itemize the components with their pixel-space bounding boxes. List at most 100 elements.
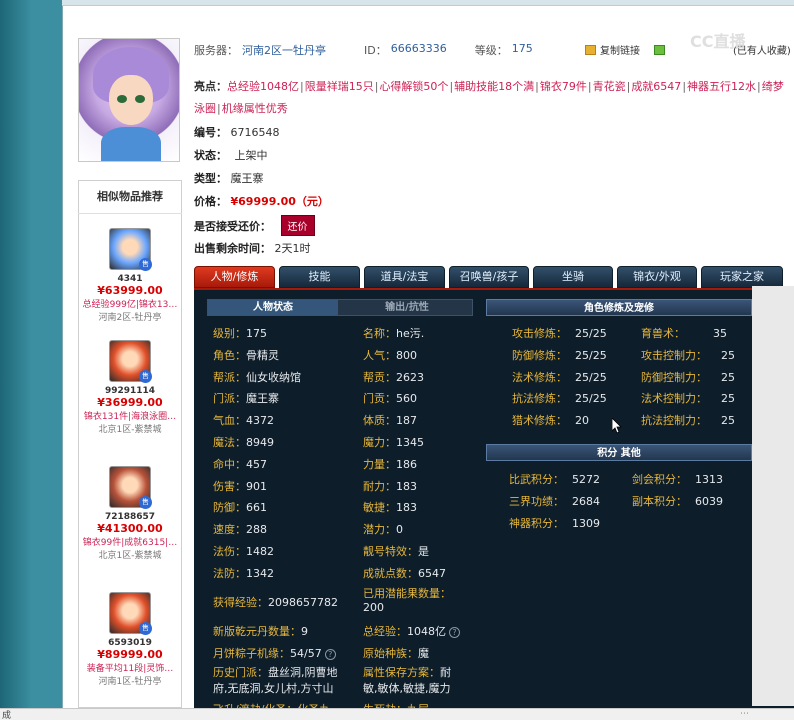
stat-left: 气血：4372 (213, 412, 274, 428)
stat-mid-value: 560 (396, 392, 417, 405)
stat-mid-value: 800 (396, 349, 417, 362)
cultivation-stat-label: 攻击修炼： (512, 327, 567, 340)
stat-left-value: 288 (246, 523, 267, 536)
pet-control-stat-label: 育兽术： (641, 327, 685, 340)
zongzi-stat: 月饼粽子机缘：54/57? (213, 645, 336, 661)
stat-left-value: 4372 (246, 414, 274, 427)
stat-left: 命中：457 (213, 456, 267, 472)
ascension-stat: 飞升/渡劫/化圣：化圣九 (213, 701, 330, 708)
save-plan-stat-value: 耐 (440, 666, 451, 679)
stat-mid: 体质：187 (363, 412, 417, 428)
help-icon[interactable]: ? (449, 627, 460, 638)
mouse-cursor-icon (612, 418, 622, 434)
cultivation-stat: 法术修炼： 25/25 (512, 369, 607, 385)
resize-grip-icon[interactable]: ⋯ (740, 709, 749, 719)
tribulation-stat: 生死劫：九层 (363, 701, 429, 708)
stat-left: 帮派：仙女收纳馆 (213, 369, 301, 385)
stat-left-label: 防御： (213, 501, 246, 514)
status-bar (0, 708, 794, 720)
help-icon[interactable]: ? (324, 649, 336, 660)
history-stat-label: 历史门派： (213, 666, 268, 679)
stat-left: 门派：魔王寨 (213, 390, 279, 406)
points-stat-2-value: 1313 (695, 473, 723, 486)
stat-left-label: 角色： (213, 349, 246, 362)
stat-left: 级别：175 (213, 325, 267, 341)
stat-mid-value: 187 (396, 414, 417, 427)
cultivation-stat: 攻击修炼： 25/25 (512, 325, 607, 341)
stat-mid: 耐力：183 (363, 478, 417, 494)
potential-stat: 已用潜能果数量： 200 (363, 587, 473, 615)
cultivation-stat: 防御修炼： 25/25 (512, 347, 607, 363)
pet-control-stat-value: 35 (713, 327, 727, 340)
stat-mid: 魔力：1345 (363, 434, 424, 450)
stat-left: 法防：1342 (213, 565, 274, 581)
stat-mid-label: 帮贡： (363, 371, 396, 384)
pet-control-stat-value: 25 (721, 392, 735, 405)
stat-mid-label: 门贡： (363, 392, 396, 405)
stat-mid: 名称：he污. (363, 325, 424, 341)
potential-stat-value: 200 (363, 601, 384, 614)
qianyuan-stat-value: 9 (301, 625, 308, 638)
stat-left-value: 魔王寨 (246, 392, 279, 405)
stats-layer: 级别：175 角色：骨精灵 帮派：仙女收纳馆 门派：魔王寨 气血：4372 魔法：8949… (0, 0, 794, 708)
stat-left-label: 法防： (213, 567, 246, 580)
cultivation-stat-value: 25/25 (575, 327, 607, 340)
stat-left: 伤害：901 (213, 478, 267, 494)
cultivation-stat-value: 25/25 (575, 349, 607, 362)
pet-control-stat: 防御控制力： 25 (641, 369, 735, 385)
stat-mid-value: 183 (396, 480, 417, 493)
cultivation-stat: 猎术修炼： 20 (512, 412, 589, 428)
qianyuan-stat-label: 新版乾元丹数量： (213, 625, 301, 638)
exp-stat-label: 获得经验： (213, 596, 268, 609)
race-stat-label: 原始种族： (363, 647, 418, 660)
stat-left: 角色：骨精灵 (213, 347, 279, 363)
save-plan-stat-value-cont: 敏,敏体,敏捷,魔力 (363, 682, 451, 695)
points-stat: 神器积分： 1309 (509, 515, 600, 531)
cultivation-stat-label: 法术修炼： (512, 371, 567, 384)
stat-mid-label: 成就点数： (363, 567, 418, 580)
points-stat-value: 2684 (572, 495, 600, 508)
stat-mid-label: 魔力： (363, 436, 396, 449)
stat-mid-label: 耐力： (363, 480, 396, 493)
pet-control-stat-label: 法术控制力： (641, 392, 707, 405)
stat-mid-value: he污. (396, 327, 425, 340)
stat-left-label: 魔法： (213, 436, 246, 449)
points-stat: 比武积分： 5272 (509, 471, 600, 487)
stat-left-value: 457 (246, 458, 267, 471)
points-stat: 三界功绩： 2684 (509, 493, 600, 509)
stat-left-label: 级别： (213, 327, 246, 340)
stat-mid-label: 潜力： (363, 523, 396, 536)
qianyuan-stat: 新版乾元丹数量：9 (213, 623, 308, 639)
stat-left: 防御：661 (213, 499, 267, 515)
pet-control-stat-value: 25 (721, 371, 735, 384)
pet-control-stat: 抗法控制力： 25 (641, 412, 735, 428)
stat-mid-label: 敏捷： (363, 501, 396, 514)
cultivation-stat: 抗法修炼： 25/25 (512, 390, 607, 406)
stat-left-value: 骨精灵 (246, 349, 279, 362)
stat-mid: 帮贡：2623 (363, 369, 424, 385)
total-exp-stat: 总经验：1048亿? (363, 623, 460, 639)
stat-mid-value: 2623 (396, 371, 424, 384)
cultivation-stat-label: 猎术修炼： (512, 414, 567, 427)
stat-mid: 成就点数：6547 (363, 565, 446, 581)
stat-left-label: 命中： (213, 458, 246, 471)
stat-left-value: 661 (246, 501, 267, 514)
stat-left-value: 175 (246, 327, 267, 340)
stat-mid-value: 1345 (396, 436, 424, 449)
history-stat-value-cont: 府,无底洞,女儿村,方寸山 (213, 682, 334, 695)
stat-left-value: 1482 (246, 545, 274, 558)
points-stat-label: 比武积分： (509, 473, 564, 486)
status-text: 成 (2, 711, 12, 720)
stat-left-label: 伤害： (213, 480, 246, 493)
race-stat-value: 魔 (418, 647, 429, 660)
pet-control-stat-value: 25 (721, 414, 735, 427)
stat-mid: 人气：800 (363, 347, 417, 363)
stat-mid-label: 人气： (363, 349, 396, 362)
stat-mid: 门贡：560 (363, 390, 417, 406)
pet-control-stat-label: 攻击控制力： (641, 349, 707, 362)
pet-control-stat-label: 抗法控制力： (641, 414, 707, 427)
stat-left: 法伤：1482 (213, 543, 274, 559)
stat-left-value: 1342 (246, 567, 274, 580)
stat-mid-label: 靓号特效： (363, 545, 418, 558)
stat-mid: 力量：186 (363, 456, 417, 472)
